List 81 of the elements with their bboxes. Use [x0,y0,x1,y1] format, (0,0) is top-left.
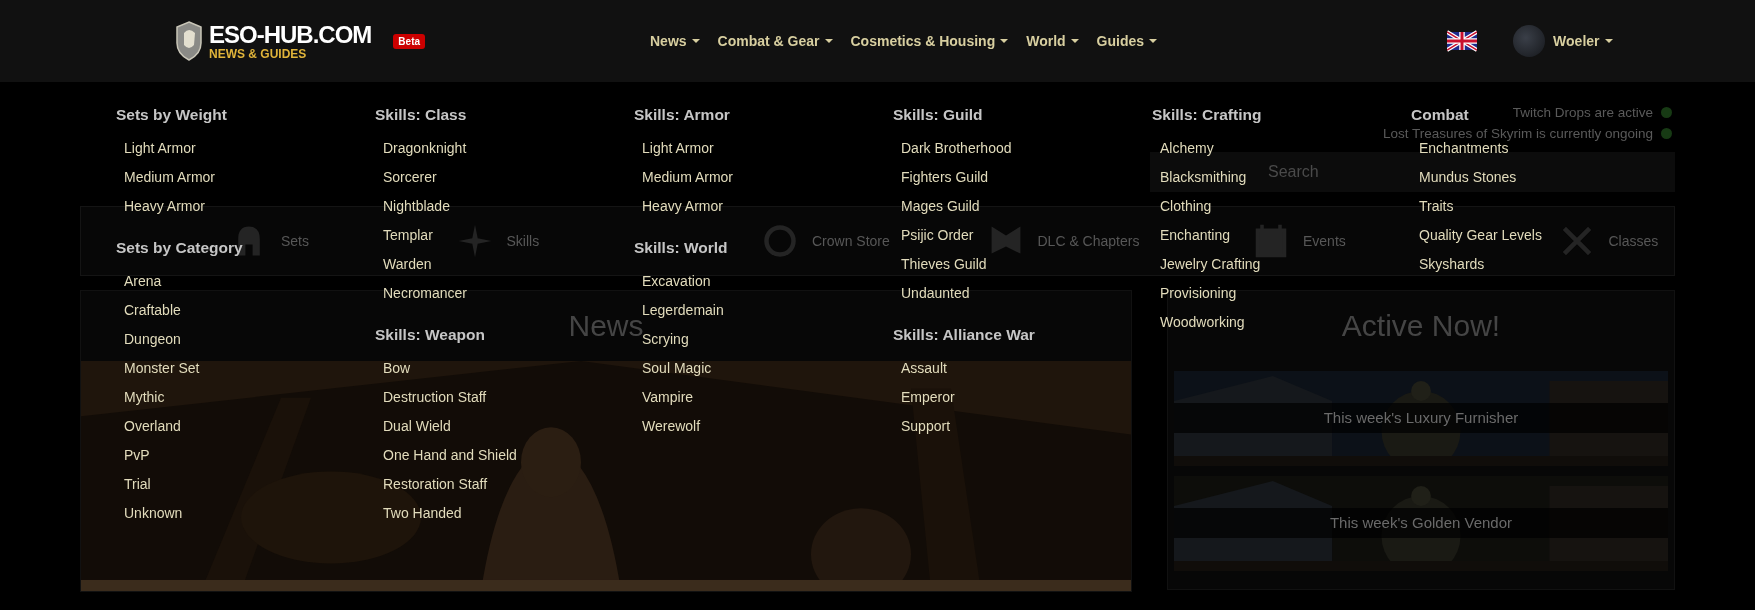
status-text: Lost Treasures of Skyrim is currently ongoing [1382,126,1653,141]
menu-item[interactable]: Templar [375,221,433,250]
status-dot [1661,107,1672,118]
menu-item[interactable]: Dark Brotherhood [893,134,1012,163]
menu-item[interactable]: Werewolf [634,412,701,441]
menu-item[interactable]: Blacksmithing [1152,163,1247,192]
nav-link[interactable]: News [650,33,700,49]
menu-item[interactable]: Support [893,412,951,441]
menu-heading: Skills: Class [375,105,467,125]
calendar-icon[interactable] [1253,223,1289,259]
site-logo-subtitle: NEWS & GUIDES [209,47,308,60]
menu-item[interactable]: Medium Armor [116,163,216,192]
menu-item[interactable]: Arena [116,267,162,296]
menu-item[interactable]: Excavation [634,267,711,296]
menu-item[interactable]: Nightblade [375,192,450,221]
menu-item[interactable]: Necromancer [375,279,468,308]
news-title: News [568,309,644,342]
menu-item[interactable]: Overland [116,412,181,441]
beta-badge: Beta [393,33,426,49]
ring-icon[interactable] [762,223,798,259]
menu-item[interactable]: Enchanting [1152,221,1231,250]
menu-item[interactable]: One Hand and Shield [375,441,517,470]
menu-heading: Skills: Guild [893,105,983,125]
menu-item[interactable]: Dual Wield [375,412,451,441]
menu-item[interactable]: Bow [375,354,411,383]
menu-item[interactable]: Restoration Staff [375,470,488,499]
status-text: Twitch Drops are active [1512,105,1653,120]
menu-item[interactable]: Light Armor [634,134,714,163]
menu-item[interactable]: Sorcerer [375,163,437,192]
menu-heading: Sets by Category [116,238,243,258]
menu-item[interactable]: Trial [116,470,151,499]
menu-item[interactable]: Woodworking [1152,308,1245,337]
menu-item[interactable]: Fighters Guild [893,163,989,192]
menu-item[interactable]: Heavy Armor [634,192,723,221]
menu-heading: Skills: Alliance War [893,325,1035,345]
menu-item[interactable]: Mages Guild [893,192,980,221]
site-logo-title[interactable]: ESO-HUB.COM [209,22,372,47]
menu-item[interactable]: Mythic [116,383,165,412]
card-caption[interactable]: This week's Golden Vendor [1174,508,1668,538]
menu-item[interactable]: Mundus Stones [1411,163,1517,192]
menu-item[interactable]: Craftable [116,296,181,325]
menu-item[interactable]: Monster Set [116,354,200,383]
menu-heading: Skills: Armor [634,105,730,125]
menu-item[interactable]: Psijic Order [893,221,974,250]
menu-item[interactable]: Skyshards [1411,250,1485,279]
menu-item[interactable]: Dungeon [116,325,181,354]
active-now-title: Active Now! [1341,308,1501,344]
menu-item[interactable]: Thieves Guild [893,250,987,279]
menu-item[interactable]: Clothing [1152,192,1212,221]
menu-item[interactable]: Emperor [893,383,955,412]
status-dot [1661,128,1672,139]
menu-heading: Skills: Weapon [375,325,485,345]
menu-heading: Skills: Crafting [1152,105,1262,125]
menu-item[interactable]: Heavy Armor [116,192,205,221]
nav-link[interactable]: World [1026,33,1079,49]
menu-item[interactable]: Traits [1411,192,1454,221]
menu-item[interactable]: Provisioning [1152,279,1237,308]
menu-item[interactable]: Soul Magic [634,354,712,383]
nav-link[interactable]: Combat & Gear [717,33,833,49]
menu-heading: Skills: World [634,238,728,258]
menu-item[interactable]: Warden [375,250,432,279]
menu-heading: Sets by Weight [116,105,227,125]
menu-item[interactable]: Jewelry Crafting [1152,250,1261,279]
menu-item[interactable]: Vampire [634,383,694,412]
menu-item[interactable]: Undaunted [893,279,970,308]
menu-item[interactable]: Unknown [116,499,183,528]
menu-item[interactable]: PvP [116,441,150,470]
menu-item[interactable]: Medium Armor [634,163,734,192]
user-avatar[interactable] [1513,25,1546,57]
menu-item[interactable]: Quality Gear Levels [1411,221,1542,250]
menu-item[interactable]: Two Handed [375,499,462,528]
nav-link[interactable]: Cosmetics & Housing [850,33,1009,49]
menu-item[interactable]: Dragonknight [375,134,467,163]
menu-item[interactable]: Destruction Staff [375,383,487,412]
menu-heading: Combat [1411,105,1469,125]
nav-link[interactable]: Guides [1096,33,1158,49]
uk-flag-icon[interactable] [1447,30,1478,52]
card-caption[interactable]: This week's Luxury Furnisher [1174,403,1668,433]
menu-item[interactable]: Light Armor [116,134,196,163]
menu-item[interactable]: Assault [893,354,947,383]
user-menu[interactable]: Woeler [1553,33,1613,49]
